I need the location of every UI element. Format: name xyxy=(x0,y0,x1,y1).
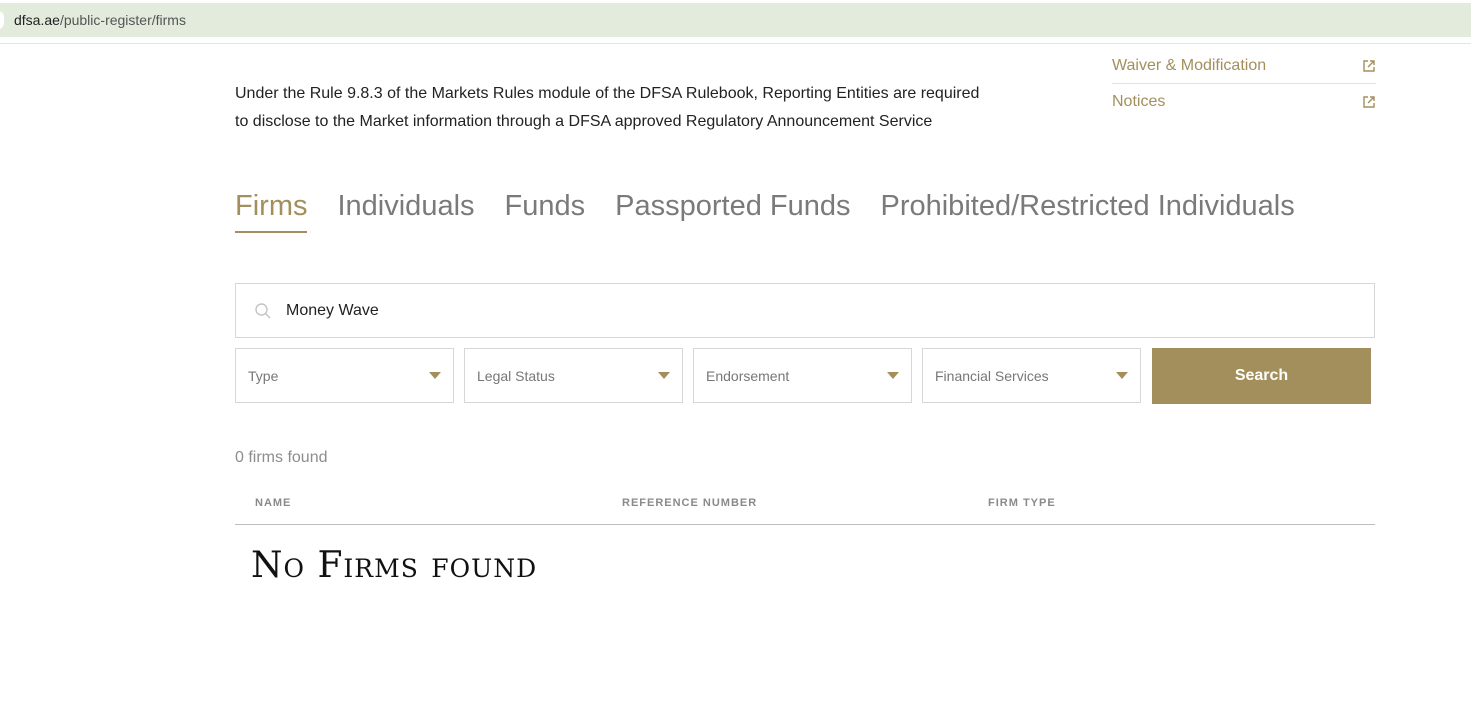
type-select[interactable]: Type xyxy=(235,348,454,403)
search-input[interactable] xyxy=(286,301,1374,320)
url-path: /public-register/firms xyxy=(59,12,186,28)
empty-results-message: No Firms found xyxy=(251,545,538,586)
notices-link[interactable]: Notices xyxy=(1112,84,1376,120)
tab-funds[interactable]: Funds xyxy=(505,190,586,233)
tab-edge xyxy=(0,11,4,29)
chevron-down-icon xyxy=(1116,372,1128,379)
endorsement-select-label: Endorsement xyxy=(706,367,790,384)
tab-prohibited-restricted-individuals[interactable]: Prohibited/Restricted Individuals xyxy=(880,190,1294,233)
address-bar[interactable]: dfsa.ae/public-register/firms xyxy=(0,3,1471,37)
url-host: dfsa.ae xyxy=(14,12,60,28)
financial-services-select[interactable]: Financial Services xyxy=(922,348,1141,403)
tab-individuals[interactable]: Individuals xyxy=(337,190,474,233)
results-table-header: NAME REFERENCE NUMBER FIRM TYPE xyxy=(235,490,1375,525)
tab-firms[interactable]: Firms xyxy=(235,190,308,233)
chevron-down-icon xyxy=(887,372,899,379)
search-icon xyxy=(254,302,272,320)
external-link-icon xyxy=(1362,95,1376,109)
side-links: Waiver & Modification Notices xyxy=(1112,48,1376,120)
register-tabs: Firms Individuals Funds Passported Funds… xyxy=(235,190,1325,233)
column-header-name[interactable]: NAME xyxy=(255,497,291,509)
financial-services-select-label: Financial Services xyxy=(935,367,1049,384)
waiver-modification-label: Waiver & Modification xyxy=(1112,56,1267,74)
column-header-reference-number[interactable]: REFERENCE NUMBER xyxy=(622,497,757,509)
search-button[interactable]: Search xyxy=(1152,348,1371,404)
legal-status-select[interactable]: Legal Status xyxy=(464,348,683,403)
type-select-label: Type xyxy=(248,367,279,384)
intro-text: Under the Rule 9.8.3 of the Markets Rule… xyxy=(235,85,980,130)
url-text[interactable]: dfsa.ae/public-register/firms xyxy=(14,12,186,28)
legal-status-select-label: Legal Status xyxy=(477,367,555,384)
external-link-icon xyxy=(1362,59,1376,73)
chevron-down-icon xyxy=(658,372,670,379)
endorsement-select[interactable]: Endorsement xyxy=(693,348,912,403)
results-count: 0 firms found xyxy=(235,449,328,466)
notices-label: Notices xyxy=(1112,93,1166,110)
search-box[interactable] xyxy=(235,283,1375,338)
tab-passported-funds[interactable]: Passported Funds xyxy=(615,190,850,233)
chevron-down-icon xyxy=(429,372,441,379)
column-header-firm-type[interactable]: FIRM TYPE xyxy=(988,497,1056,509)
waiver-modification-link[interactable]: Waiver & Modification xyxy=(1112,48,1376,84)
header-divider xyxy=(0,43,1471,44)
filter-row: Type Legal Status Endorsement Financial … xyxy=(235,348,1371,404)
